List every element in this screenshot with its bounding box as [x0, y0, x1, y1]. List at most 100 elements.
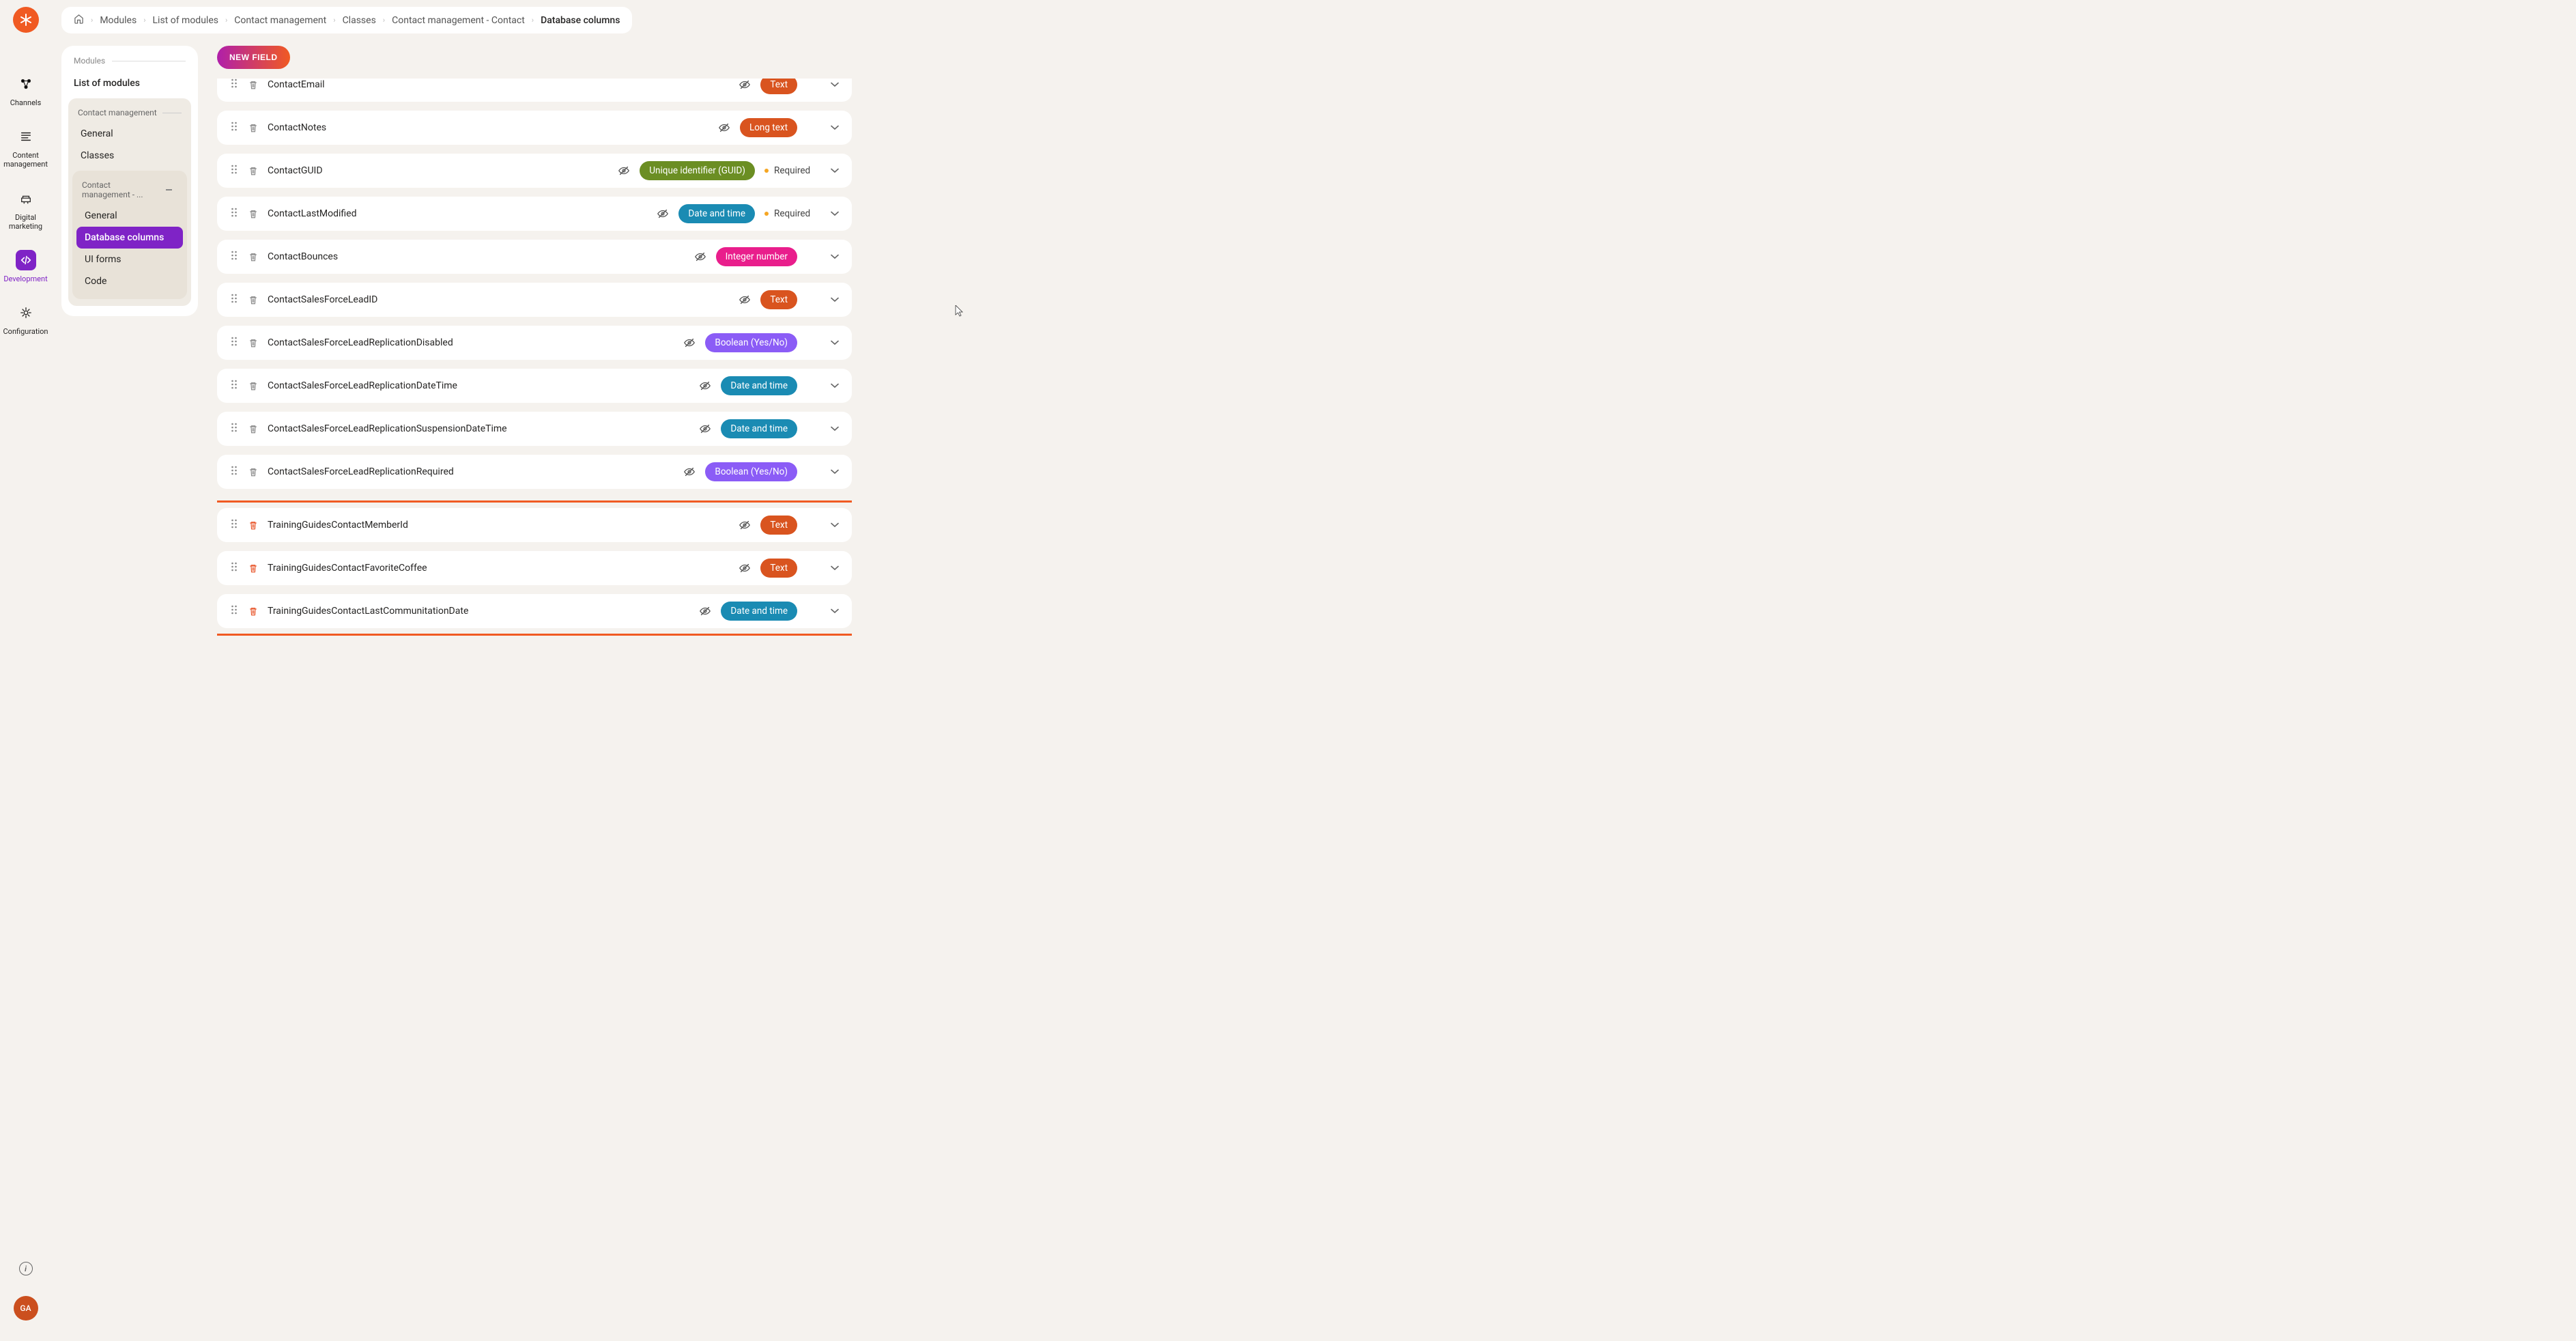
delete-icon[interactable] [248, 123, 258, 133]
delete-icon[interactable] [248, 381, 258, 391]
drag-handle-icon[interactable] [229, 380, 239, 392]
chevron-down-icon[interactable] [830, 295, 840, 305]
home-icon[interactable] [74, 14, 84, 27]
visibility-off-icon[interactable] [683, 337, 696, 349]
drag-handle-icon[interactable] [229, 79, 239, 91]
field-name[interactable]: ContactSalesForceLeadReplicationDateTime [268, 380, 547, 391]
rail-label: Configuration [3, 327, 48, 336]
drag-handle-icon[interactable] [229, 562, 239, 574]
sidebar-item-database-columns[interactable]: Database columns [76, 227, 183, 249]
rail-config[interactable]: Configuration [0, 296, 51, 348]
sidebar-item-general[interactable]: General [76, 205, 183, 227]
delete-icon[interactable] [248, 424, 258, 434]
chevron-right-icon: › [532, 16, 534, 25]
delete-icon[interactable] [248, 563, 258, 574]
breadcrumb-item[interactable]: List of modules [153, 15, 218, 26]
drag-handle-icon[interactable] [229, 605, 239, 617]
drag-handle-icon[interactable] [229, 208, 239, 220]
field-row: ContactLastModifiedDate and timeRequired [217, 197, 852, 231]
sidebar-item-general[interactable]: General [72, 123, 187, 145]
delete-icon[interactable] [248, 80, 258, 90]
drag-handle-icon[interactable] [229, 423, 239, 435]
sidebar-item-ui-forms[interactable]: UI forms [76, 249, 183, 270]
field-name[interactable]: TrainingGuidesContactMemberId [268, 520, 547, 531]
delete-icon[interactable] [248, 338, 258, 348]
chevron-down-icon[interactable] [830, 467, 840, 477]
chevron-down-icon[interactable] [830, 166, 840, 175]
marketing-icon [16, 188, 36, 209]
visibility-off-icon[interactable] [739, 294, 751, 306]
sidebar-item-code[interactable]: Code [76, 270, 183, 292]
field-name[interactable]: ContactGUID [268, 165, 547, 176]
rail-marketing[interactable]: Digital marketing [0, 182, 51, 243]
chevron-down-icon[interactable] [830, 209, 840, 218]
field-name[interactable]: ContactBounces [268, 251, 547, 262]
sidebar-item-classes[interactable]: Classes [72, 145, 187, 167]
chevron-down-icon[interactable] [830, 80, 840, 89]
side-panel-header: Modules [68, 56, 191, 72]
breadcrumb-item[interactable]: Classes [343, 15, 376, 26]
chevron-down-icon[interactable] [830, 424, 840, 434]
field-name[interactable]: TrainingGuidesContactLastCommunitationDa… [268, 606, 547, 617]
field-name[interactable]: ContactSalesForceLeadReplicationSuspensi… [268, 423, 547, 434]
visibility-off-icon[interactable] [739, 562, 751, 574]
chevron-down-icon[interactable] [830, 520, 840, 530]
breadcrumb-item[interactable]: Modules [100, 15, 137, 26]
field-type-badge: Integer number [716, 247, 797, 266]
chevron-down-icon[interactable] [830, 338, 840, 348]
field-name[interactable]: ContactSalesForceLeadID [268, 294, 547, 305]
field-name[interactable]: ContactSalesForceLeadReplicationRequired [268, 466, 547, 477]
drag-handle-icon[interactable] [229, 337, 239, 349]
visibility-off-icon[interactable] [699, 605, 711, 617]
delete-icon[interactable] [248, 209, 258, 219]
chevron-down-icon[interactable] [830, 563, 840, 573]
delete-icon[interactable] [248, 520, 258, 531]
visibility-off-icon[interactable] [739, 79, 751, 91]
rail-channels[interactable]: Channels [0, 67, 51, 119]
visibility-off-icon[interactable] [683, 466, 696, 478]
list-of-modules-link[interactable]: List of modules [68, 72, 191, 94]
field-type-badge: Date and time [721, 376, 797, 395]
rail-dev[interactable]: Development [0, 243, 51, 296]
drag-handle-icon[interactable] [229, 122, 239, 134]
breadcrumb-item[interactable]: Contact management - Contact [392, 15, 525, 26]
field-name[interactable]: ContactEmail [268, 79, 547, 90]
info-button[interactable]: i [19, 1262, 33, 1275]
highlight-box: TrainingGuidesContactMemberId Text Trainin… [217, 500, 852, 636]
group-contact-management: Contact management [72, 105, 187, 123]
chevron-down-icon[interactable] [830, 252, 840, 262]
visibility-off-icon[interactable] [718, 122, 730, 134]
drag-handle-icon[interactable] [229, 165, 239, 177]
field-name[interactable]: TrainingGuidesContactFavoriteCoffee [268, 563, 547, 574]
delete-icon[interactable] [248, 606, 258, 617]
chevron-down-icon[interactable] [830, 123, 840, 132]
drag-handle-icon[interactable] [229, 466, 239, 478]
delete-icon[interactable] [248, 166, 258, 176]
drag-handle-icon[interactable] [229, 294, 239, 306]
drag-handle-icon[interactable] [229, 519, 239, 531]
delete-icon[interactable] [248, 252, 258, 262]
field-name[interactable]: ContactSalesForceLeadReplicationDisabled [268, 337, 547, 348]
visibility-off-icon[interactable] [694, 251, 706, 263]
modules-side-panel: Modules List of modules Contact manageme… [61, 46, 198, 316]
chevron-down-icon[interactable] [830, 381, 840, 391]
field-row: ContactSalesForceLeadReplicationRequired… [217, 455, 852, 489]
breadcrumb-item[interactable]: Contact management [234, 15, 326, 26]
visibility-off-icon[interactable] [699, 423, 711, 435]
user-avatar[interactable]: GA [14, 1296, 38, 1321]
app-logo[interactable] [13, 7, 39, 33]
field-name[interactable]: ContactLastModified [268, 208, 547, 219]
channels-icon [16, 74, 36, 94]
delete-icon[interactable] [248, 467, 258, 477]
rail-content[interactable]: Content management [0, 119, 51, 181]
new-field-button[interactable]: NEW FIELD [217, 46, 290, 69]
chevron-down-icon[interactable] [830, 606, 840, 616]
visibility-off-icon[interactable] [739, 519, 751, 531]
field-name[interactable]: ContactNotes [268, 122, 547, 133]
visibility-off-icon[interactable] [657, 208, 669, 220]
delete-icon[interactable] [248, 295, 258, 305]
field-type-badge: Text [760, 516, 797, 535]
visibility-off-icon[interactable] [699, 380, 711, 392]
visibility-off-icon[interactable] [618, 165, 630, 177]
drag-handle-icon[interactable] [229, 251, 239, 263]
